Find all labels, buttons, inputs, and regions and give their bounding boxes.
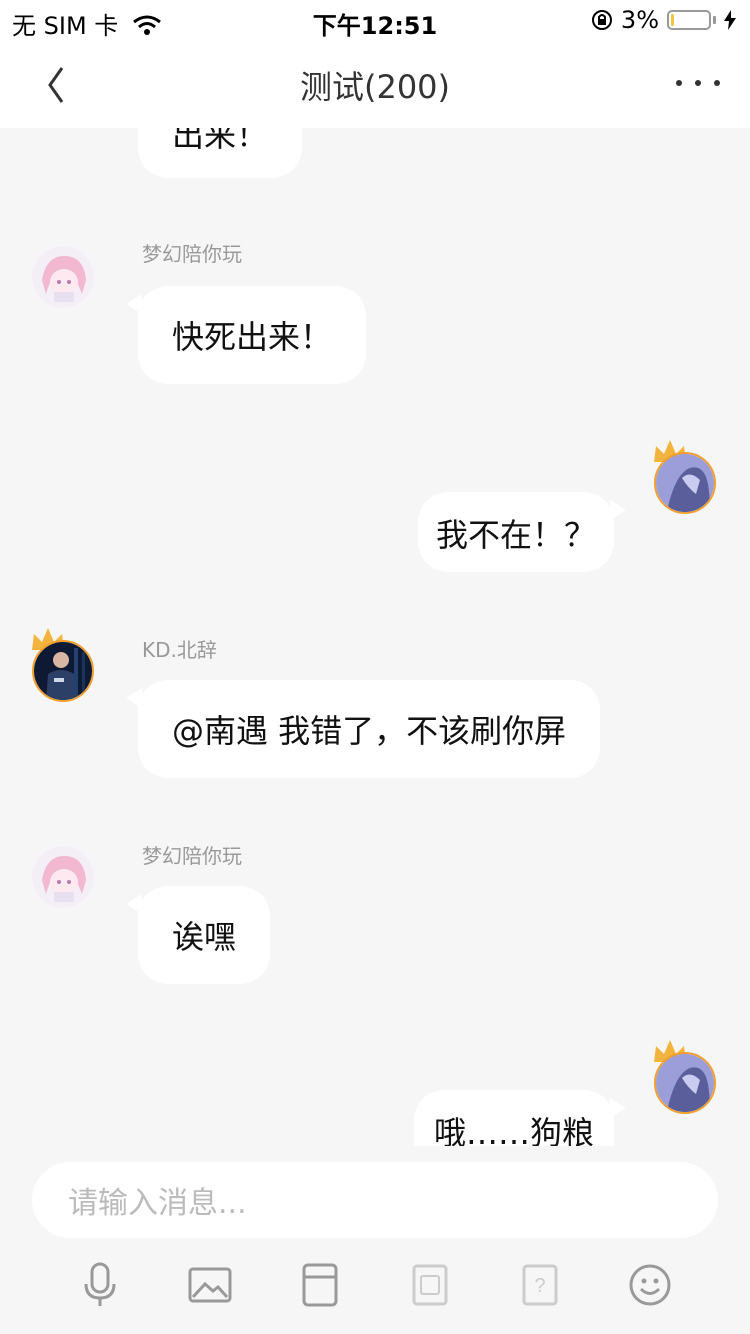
microphone-icon — [84, 1262, 116, 1306]
message-bubble[interactable]: 出来！ — [138, 128, 303, 178]
message-bubble[interactable]: @南遇 我错了，不该刷你屏 — [125, 680, 601, 778]
charging-icon — [724, 10, 736, 30]
input-toolbar: ? — [0, 1260, 750, 1310]
message-input-placeholder: 请输入消息... — [68, 1186, 247, 1221]
question-button[interactable]: ? — [515, 1260, 565, 1310]
question-icon: ? — [522, 1264, 558, 1306]
rotation-lock-icon — [591, 10, 612, 30]
input-area: 请输入消息... ? — [0, 1146, 750, 1334]
sender-name: 梦幻陪你玩 — [142, 844, 242, 868]
photo-frame-button[interactable] — [405, 1260, 455, 1310]
avatar[interactable] — [32, 846, 94, 908]
message-text: @南遇 我错了，不该刷你屏 — [172, 712, 567, 750]
message-bubble[interactable]: 快死出来！ — [125, 286, 367, 384]
avatar[interactable] — [654, 1052, 716, 1114]
emoji-icon — [629, 1264, 671, 1306]
message-text: 我不在！？ — [435, 516, 596, 554]
cup-icon — [302, 1263, 338, 1307]
emoji-button[interactable] — [625, 1260, 675, 1310]
message-text: 哦……狗粮 — [433, 1114, 594, 1146]
more-button[interactable] — [676, 68, 720, 98]
sender-name: KD.北辞 — [142, 638, 217, 662]
page-title: 测试(200) — [299, 68, 451, 106]
message-bubble[interactable]: 我不在！？ — [417, 492, 627, 572]
battery-icon — [667, 10, 711, 30]
message-text: 诶嘿 — [172, 918, 237, 956]
photo-frame-icon — [412, 1264, 448, 1306]
message-text: 快死出来！ — [172, 318, 333, 356]
battery-cap — [713, 16, 716, 24]
message-text: 出来！ — [172, 128, 269, 154]
message-bubble[interactable]: 哦……狗粮 — [413, 1090, 627, 1146]
status-right: 3% — [591, 6, 736, 34]
cup-button[interactable] — [295, 1260, 345, 1310]
avatar[interactable] — [32, 640, 94, 702]
message-input[interactable]: 请输入消息... — [32, 1162, 718, 1238]
voice-button[interactable] — [75, 1260, 125, 1310]
message-bubble[interactable]: 诶嘿 — [125, 886, 271, 984]
image-icon — [188, 1267, 232, 1303]
status-bar: 无 SIM 卡 下午12:51 3% — [0, 0, 750, 42]
avatar[interactable] — [654, 452, 716, 514]
battery-percent: 3% — [620, 6, 659, 34]
more-dots-icon — [676, 80, 682, 86]
avatar[interactable] — [32, 246, 94, 308]
svg-text:?: ? — [534, 1275, 545, 1297]
navigation-bar: 测试(200) — [0, 42, 750, 128]
image-button[interactable] — [185, 1260, 235, 1310]
sender-name: 梦幻陪你玩 — [142, 242, 242, 266]
chat-message-list[interactable]: 出来！ 梦幻陪你玩 快死出来！ 我不在！？ KD.北辞 @南遇 我错了，不该刷你… — [0, 128, 750, 1146]
